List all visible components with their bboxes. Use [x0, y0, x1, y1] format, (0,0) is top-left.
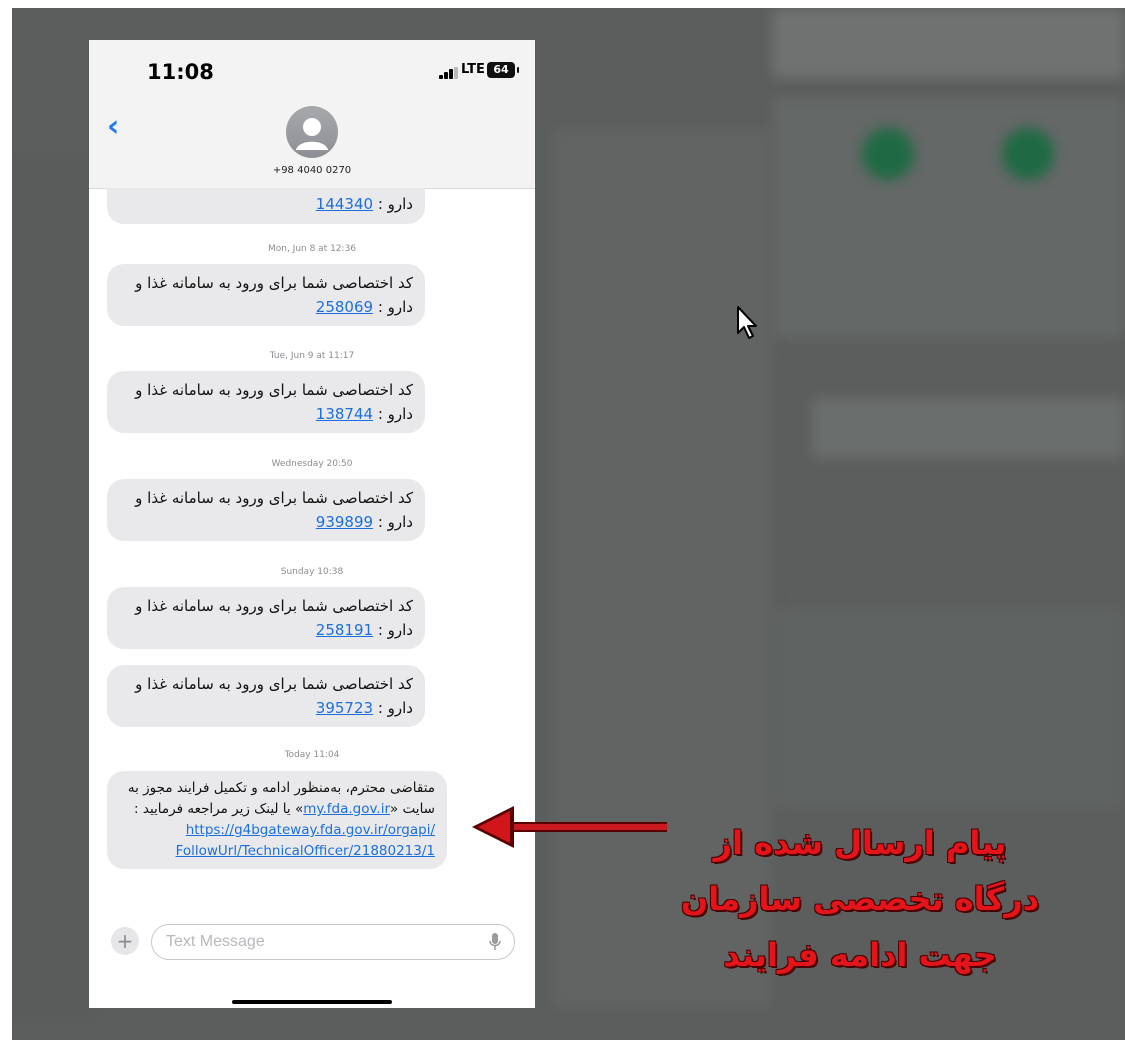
code-link[interactable]: 144340 — [316, 195, 373, 213]
background-blur-block — [12, 158, 92, 1018]
text-message-input[interactable]: Text Message — [151, 924, 515, 960]
message-bubble: کد اختصاصی شما برای ورود به سامانه غذا و… — [107, 665, 425, 727]
annotation-line: پیام ارسال شده از — [713, 824, 1007, 862]
message-timestamp: Sunday 10:38 — [280, 567, 344, 577]
back-chevron-icon[interactable]: ‹ — [107, 112, 119, 142]
battery-icon: 64 — [487, 62, 519, 78]
code-link[interactable]: 258191 — [316, 621, 373, 639]
network-label: LTE — [461, 62, 485, 77]
background-blur-block — [772, 608, 1125, 808]
annotation-line: درگاه تخصصی سازمان — [680, 880, 1040, 918]
message-bubble: کد اختصاصی شما برای ورود به سامانه غذا و… — [107, 479, 425, 541]
gateway-url-line1[interactable]: https://g4bgateway.fda.gov.ir/orgapi/ — [119, 820, 435, 841]
background-blur-block — [772, 8, 1125, 78]
code-link[interactable]: 138744 — [316, 405, 373, 423]
messages-header: 11:08 LTE 64 ‹ +98 4040 0270 — [89, 40, 535, 189]
message-bubble: کد اختصاصی شما برای ورود به سامانه غذا و… — [107, 264, 425, 326]
avatar-icon[interactable] — [286, 106, 338, 158]
message-bubble: دارو : 144340 — [107, 188, 425, 224]
code-link[interactable]: 939899 — [316, 513, 373, 531]
message-bubble-final: متقاضی محترم، به‌منظور ادامه و تکمیل فرا… — [107, 771, 447, 869]
home-indicator — [232, 1000, 392, 1004]
signal-icon — [439, 67, 461, 79]
background-blur-block — [812, 398, 1125, 458]
message-timestamp: Mon, Jun 8 at 12:36 — [267, 244, 357, 254]
site-link[interactable]: my.fda.gov.ir — [303, 801, 390, 817]
background-blur-block — [772, 98, 1125, 338]
status-time: 11:08 — [147, 60, 214, 84]
background-green-dot — [1002, 128, 1054, 180]
arrow-icon — [472, 806, 667, 848]
plus-icon[interactable]: + — [111, 927, 139, 955]
annotation-line: جهت ادامه فرایند — [723, 936, 997, 974]
code-link[interactable]: 395723 — [316, 699, 373, 717]
message-timestamp: Tue, Jun 9 at 11:17 — [269, 351, 355, 361]
message-bubble: کد اختصاصی شما برای ورود به سامانه غذا و… — [107, 371, 425, 433]
contact-number[interactable]: +98 4040 0270 — [89, 165, 535, 176]
message-timestamp: Today 11:04 — [284, 750, 340, 760]
annotation-text: پیام ارسال شده از درگاه تخصصی سازمان جهت… — [660, 815, 1060, 983]
code-link[interactable]: 258069 — [316, 298, 373, 316]
background-green-dot — [862, 128, 914, 180]
message-timestamp: Wednesday 20:50 — [271, 459, 353, 469]
mic-icon[interactable] — [489, 933, 501, 951]
mouse-cursor-icon — [737, 306, 757, 339]
compose-bar: + Text Message — [89, 912, 535, 1008]
message-bubble: کد اختصاصی شما برای ورود به سامانه غذا و… — [107, 587, 425, 649]
gateway-url-line2[interactable]: FollowUrl/TechnicalOfficer/21880213/1 — [119, 841, 435, 862]
